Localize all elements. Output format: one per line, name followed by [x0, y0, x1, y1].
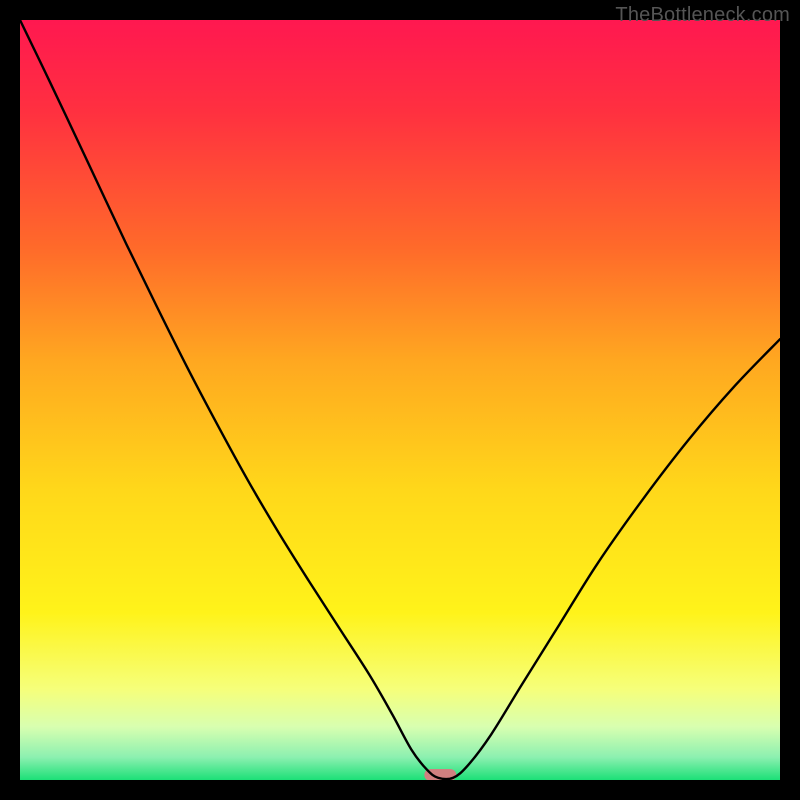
chart-svg — [20, 20, 780, 780]
plot-area — [20, 20, 780, 780]
chart-frame: TheBottleneck.com — [0, 0, 800, 800]
watermark-text: TheBottleneck.com — [615, 4, 790, 27]
chart-background — [20, 20, 780, 780]
